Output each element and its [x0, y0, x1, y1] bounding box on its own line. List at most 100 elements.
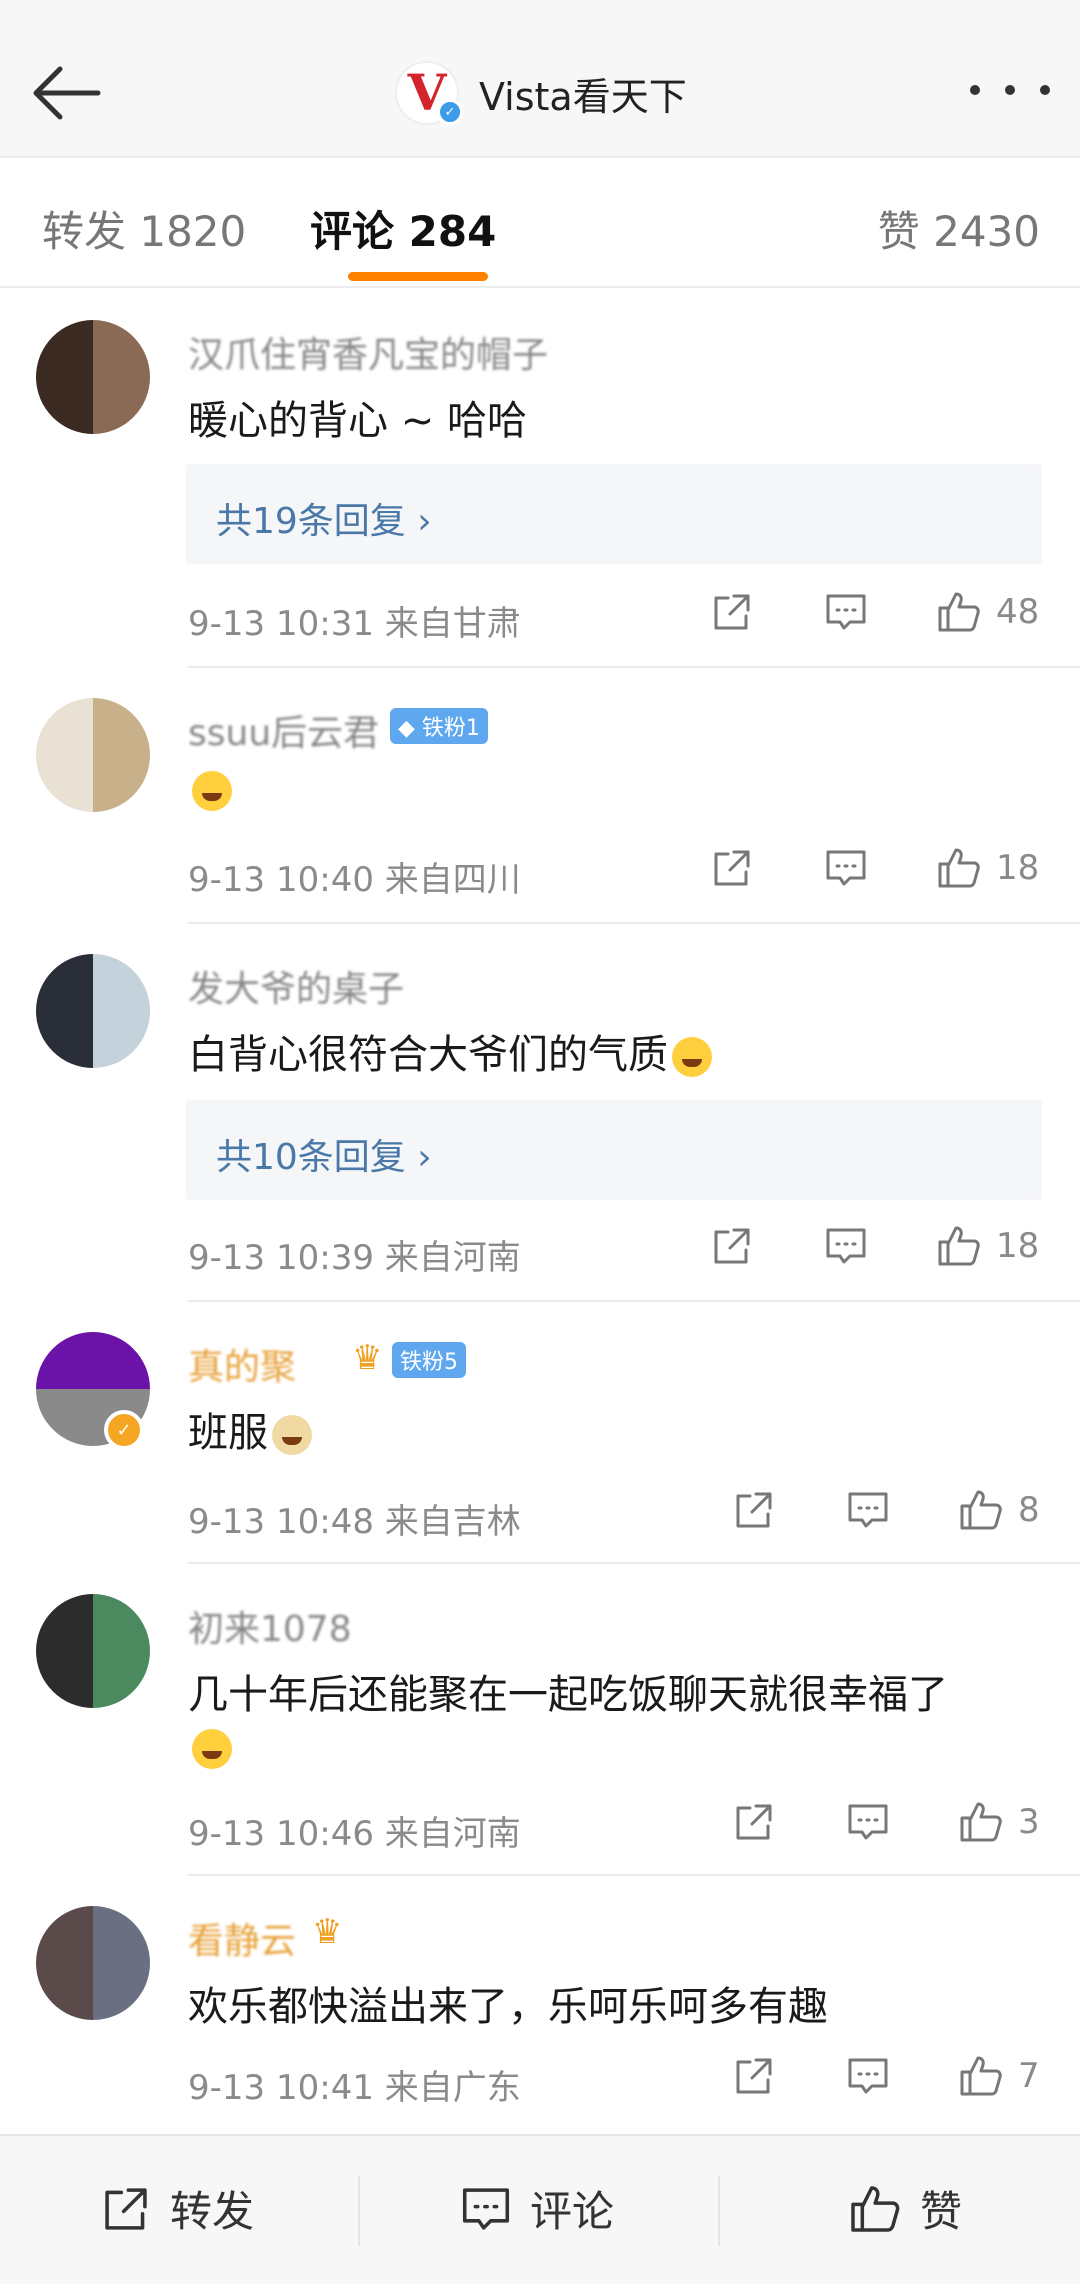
like-button[interactable]: 8 — [956, 1486, 1040, 1534]
comment-icon — [826, 594, 866, 630]
active-tab-indicator — [348, 272, 488, 281]
comment-text-content: 班服 — [188, 1410, 268, 1456]
reply-button[interactable] — [824, 1224, 868, 1268]
avatar[interactable] — [36, 698, 150, 812]
account-title[interactable]: V ✓ Vista看天下 — [395, 58, 687, 128]
comment-button[interactable]: 评论 — [460, 2178, 614, 2239]
comment-item: 看静云 ♛ 欢乐都快溢出来了，乐呵乐呵多有趣 9-13 10:41 来自广东 7 — [0, 1876, 1080, 2136]
verified-icon: ✓ — [104, 1410, 144, 1450]
replies-box[interactable]: 共10条回复 › — [186, 1100, 1042, 1200]
comment-username[interactable]: 发大爷的桌子 — [188, 960, 404, 1012]
like-post-button[interactable]: 赞 — [846, 2178, 962, 2239]
like-icon — [960, 1490, 1002, 1530]
reply-button[interactable] — [846, 1488, 890, 1532]
fan-badge: 铁粉5 — [392, 1342, 466, 1378]
share-icon — [736, 1492, 772, 1528]
comment-meta: 9-13 10:48 来自吉林 — [188, 1502, 521, 1542]
comment-icon — [848, 1492, 888, 1528]
reply-button[interactable] — [824, 846, 868, 890]
divider — [718, 2176, 720, 2246]
comment-text — [188, 766, 232, 812]
fan-badge: ◆ 铁粉1 — [390, 708, 488, 744]
account-logo: V ✓ — [395, 61, 463, 125]
comment-emoji-line — [188, 1724, 232, 1770]
doge-emoji-icon — [272, 1415, 312, 1455]
comment-item: 汉爪住宵香凡宝的帽子 暖心的背心 ~ 哈哈 共19条回复 › 9-13 10:3… — [0, 290, 1080, 668]
tab-comments[interactable]: 评论 284 — [310, 198, 496, 259]
comment-label: 评论 — [530, 2187, 615, 2236]
like-count: 3 — [1018, 1802, 1040, 1842]
like-button[interactable]: 18 — [934, 844, 1039, 892]
laughing-emoji-icon — [672, 1037, 712, 1077]
top-bar: V ✓ Vista看天下 — [0, 0, 1080, 156]
share-icon — [714, 594, 750, 630]
comment-meta: 9-13 10:31 来自甘肃 — [188, 604, 521, 644]
like-count: 8 — [1018, 1490, 1040, 1530]
replies-link[interactable]: 共19条回复 › — [216, 492, 432, 544]
share-button[interactable] — [710, 846, 754, 890]
share-button[interactable] — [732, 2054, 776, 2098]
comment-username[interactable]: 真的聚 — [188, 1338, 296, 1390]
comment-username[interactable]: 初来1078 — [188, 1600, 352, 1652]
reply-button[interactable] — [846, 2054, 890, 2098]
like-button[interactable]: 7 — [956, 2052, 1040, 2100]
like-count: 18 — [996, 848, 1040, 888]
comment-text: 几十年后还能聚在一起吃饭聊天就很幸福了 — [188, 1672, 948, 1718]
comment-username[interactable]: 看静云 — [188, 1912, 296, 1964]
tab-forward[interactable]: 转发 1820 — [42, 198, 246, 259]
share-button[interactable] — [732, 1800, 776, 1844]
comment-item: ssuu后云君 ◆ 铁粉1 9-13 10:40 来自四川 18 — [0, 668, 1080, 924]
tab-likes[interactable]: 赞 2430 — [878, 198, 1040, 259]
share-button[interactable] — [732, 1488, 776, 1532]
like-button[interactable]: 48 — [934, 588, 1039, 636]
crown-icon: ♛ — [312, 1912, 343, 1952]
forward-label: 转发 — [170, 2187, 255, 2236]
like-button[interactable]: 18 — [934, 1222, 1039, 1270]
avatar[interactable] — [36, 1906, 150, 2020]
comment-username[interactable]: ssuu后云君 — [188, 704, 379, 756]
share-button[interactable] — [710, 1224, 754, 1268]
replies-link[interactable]: 共10条回复 › — [216, 1128, 432, 1180]
avatar[interactable] — [36, 954, 150, 1068]
like-count: 7 — [1018, 2056, 1040, 2096]
like-icon — [960, 2056, 1002, 2096]
share-icon — [736, 1804, 772, 1840]
like-count: 48 — [996, 592, 1040, 632]
more-icon-dot — [1040, 85, 1050, 95]
avatar[interactable] — [36, 320, 150, 434]
comment-text-content: 白背心很符合大爷们的气质 — [188, 1032, 668, 1078]
like-count: 18 — [996, 1226, 1040, 1266]
back-button[interactable] — [26, 58, 106, 128]
avatar[interactable] — [36, 1594, 150, 1708]
share-icon — [105, 2187, 147, 2230]
like-icon — [851, 2185, 900, 2232]
comment-icon — [848, 2058, 888, 2094]
laughing-emoji-icon — [192, 771, 232, 811]
verified-icon: ✓ — [437, 99, 463, 125]
comment-icon — [826, 1228, 866, 1264]
forward-button[interactable]: 转发 — [100, 2178, 254, 2239]
comment-username[interactable]: 汉爪住宵香凡宝的帽子 — [188, 326, 548, 378]
like-icon — [938, 848, 980, 888]
reply-button[interactable] — [824, 590, 868, 634]
comment-icon — [462, 2187, 510, 2230]
comment-text: 班服 — [188, 1400, 312, 1458]
comment-meta: 9-13 10:40 来自四川 — [188, 860, 521, 900]
back-arrow-icon — [33, 66, 101, 120]
more-icon — [970, 85, 980, 95]
more-icon-dot — [1005, 85, 1015, 95]
comment-text: 暖心的背心 ~ 哈哈 — [188, 398, 527, 444]
comment-item: ✓ 真的聚 ♛ 铁粉5 班服 9-13 10:48 来自吉林 8 — [0, 1302, 1080, 1564]
more-button[interactable] — [970, 70, 1050, 110]
reply-button[interactable] — [846, 1800, 890, 1844]
comment-meta: 9-13 10:41 来自广东 — [188, 2068, 521, 2108]
comment-item: 初来1078 几十年后还能聚在一起吃饭聊天就很幸福了 9-13 10:46 来自… — [0, 1564, 1080, 1876]
share-button[interactable] — [710, 590, 754, 634]
page-title: Vista看天下 — [479, 74, 687, 119]
share-icon — [736, 2058, 772, 2094]
like-icon — [938, 592, 980, 632]
like-button[interactable]: 3 — [956, 1798, 1040, 1846]
share-icon — [714, 1228, 750, 1264]
replies-box[interactable]: 共19条回复 › — [186, 464, 1042, 564]
bottom-action-bar: 转发 评论 赞 — [0, 2134, 1080, 2284]
